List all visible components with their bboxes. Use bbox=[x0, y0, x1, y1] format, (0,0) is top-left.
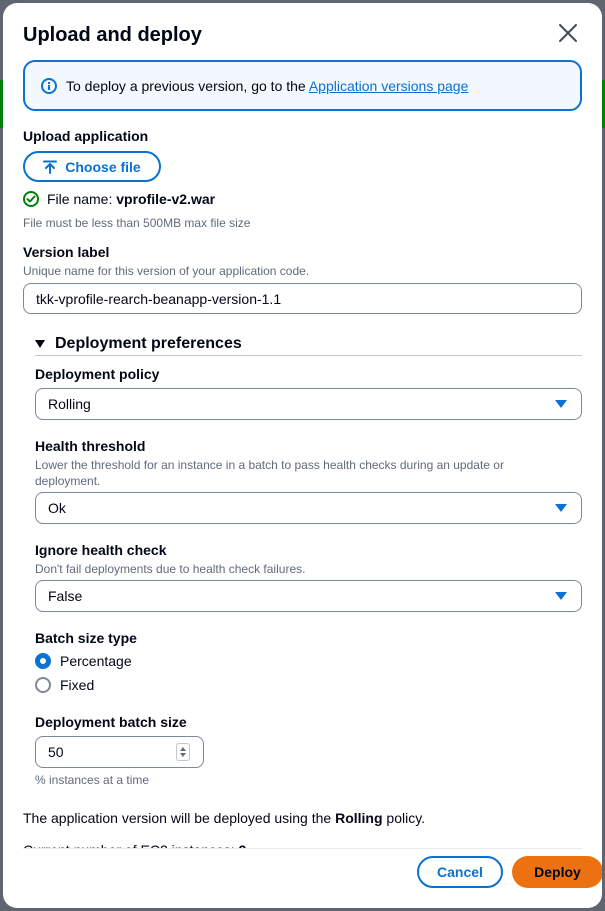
alert-text-prefix: To deploy a previous version, go to the bbox=[66, 77, 306, 94]
alert-text: To deploy a previous version, go to the … bbox=[66, 78, 468, 94]
version-label-heading: Version label bbox=[23, 244, 110, 260]
modal-header: Upload and deploy bbox=[23, 21, 582, 51]
deploy-button[interactable]: Deploy bbox=[512, 856, 602, 888]
batch-type-fixed-option[interactable]: Fixed bbox=[35, 677, 94, 693]
health-threshold-value: Ok bbox=[48, 500, 66, 516]
policy-summary-prefix: The application version will be deployed… bbox=[23, 810, 332, 826]
choose-file-label: Choose file bbox=[65, 158, 141, 175]
file-name-status: File name: vprofile-v2.war bbox=[23, 191, 215, 207]
ignore-health-check-select[interactable]: False bbox=[35, 580, 582, 612]
policy-summary-suffix: policy. bbox=[386, 810, 426, 826]
caret-down-icon bbox=[555, 504, 567, 512]
modal-title: Upload and deploy bbox=[23, 24, 202, 46]
health-threshold-select[interactable]: Ok bbox=[35, 492, 582, 524]
caret-down-icon bbox=[555, 592, 567, 600]
upload-application-label: Upload application bbox=[23, 128, 149, 144]
upload-icon bbox=[43, 160, 58, 174]
version-label-input[interactable]: tkk-vprofile-rearch-beanapp-version-1.1 bbox=[23, 283, 582, 314]
info-icon bbox=[41, 77, 57, 94]
success-check-icon bbox=[23, 191, 39, 207]
file-name-text: File name: vprofile-v2.war bbox=[47, 191, 215, 207]
modal-body: To deploy a previous version, go to the … bbox=[23, 60, 602, 908]
file-size-constraint: File must be less than 500MB max file si… bbox=[23, 216, 251, 230]
radio-unchecked-icon bbox=[35, 677, 51, 693]
ignore-health-check-label: Ignore health check bbox=[35, 542, 167, 558]
ignore-health-check-description: Don't fail deployments due to health che… bbox=[35, 562, 306, 576]
deployment-policy-value: Rolling bbox=[48, 396, 91, 412]
caret-down-icon bbox=[35, 340, 45, 348]
health-threshold-description: Lower the threshold for an instance in a… bbox=[35, 458, 504, 488]
ignore-health-check-value: False bbox=[48, 588, 83, 604]
info-alert: To deploy a previous version, go to the … bbox=[23, 60, 582, 111]
number-stepper-icon[interactable] bbox=[176, 743, 190, 761]
policy-summary-name: Rolling bbox=[335, 810, 383, 826]
fixed-label: Fixed bbox=[60, 677, 95, 693]
batch-size-type-label: Batch size type bbox=[35, 630, 137, 646]
deployment-preferences-toggle[interactable]: Deployment preferences bbox=[35, 332, 582, 356]
percentage-label: Percentage bbox=[60, 653, 132, 669]
application-versions-link[interactable]: Application versions page bbox=[309, 78, 469, 94]
close-button[interactable] bbox=[554, 19, 582, 47]
close-icon bbox=[559, 24, 577, 42]
batch-size-value: 50 bbox=[48, 744, 64, 760]
cancel-button[interactable]: Cancel bbox=[417, 856, 503, 888]
modal-footer: Cancel Deploy bbox=[23, 848, 602, 908]
deployment-batch-size-label: Deployment batch size bbox=[35, 714, 187, 730]
deployment-policy-label: Deployment policy bbox=[35, 366, 160, 382]
file-name-prefix: File name: bbox=[47, 191, 113, 207]
policy-summary: The application version will be deployed… bbox=[23, 810, 425, 826]
batch-size-input[interactable]: 50 bbox=[35, 736, 204, 768]
health-threshold-label: Health threshold bbox=[35, 438, 146, 454]
caret-down-icon bbox=[555, 400, 567, 408]
divider bbox=[35, 355, 582, 356]
radio-checked-icon bbox=[35, 653, 51, 669]
file-name-value: vprofile-v2.war bbox=[116, 191, 216, 207]
batch-type-percentage-option[interactable]: Percentage bbox=[35, 653, 132, 669]
version-label-description: Unique name for this version of your app… bbox=[23, 264, 310, 278]
choose-file-button[interactable]: Choose file bbox=[23, 151, 161, 182]
deployment-preferences-title: Deployment preferences bbox=[55, 335, 242, 352]
batch-size-hint: % instances at a time bbox=[35, 773, 150, 787]
deployment-policy-select[interactable]: Rolling bbox=[35, 388, 582, 420]
upload-deploy-modal: Upload and deploy To deploy a previous v… bbox=[3, 3, 602, 908]
